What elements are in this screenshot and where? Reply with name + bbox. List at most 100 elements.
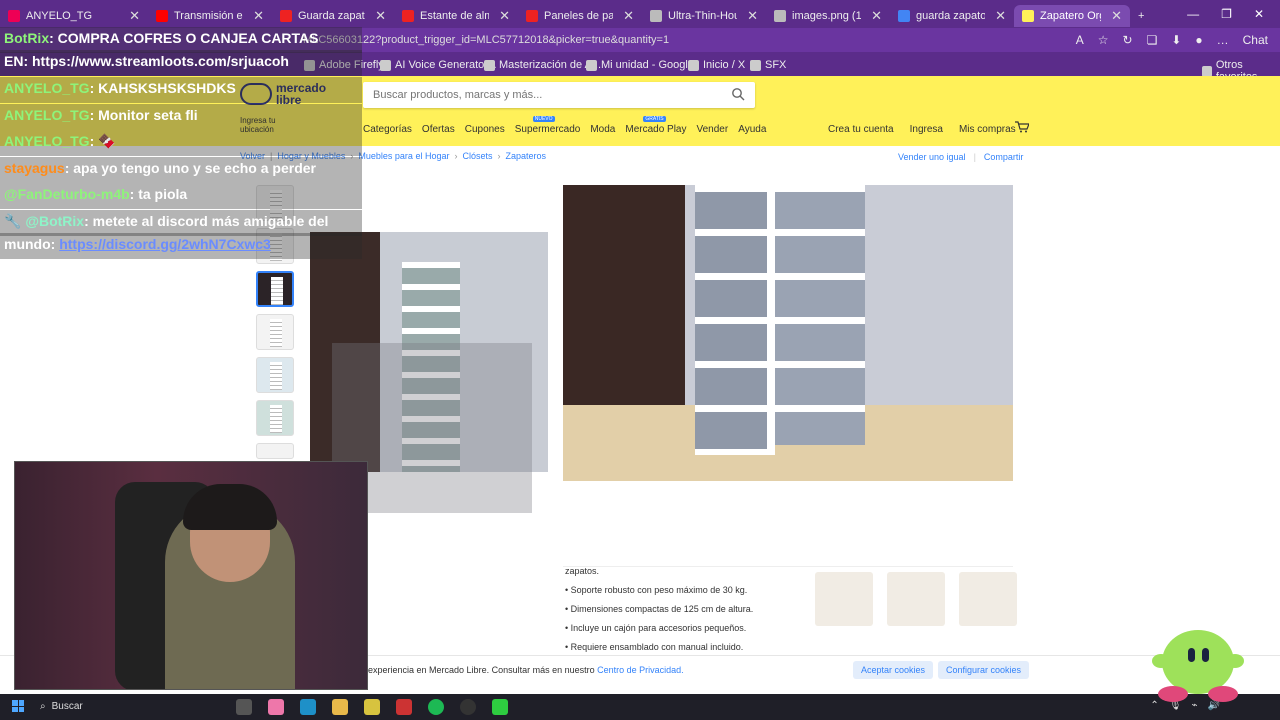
search-input[interactable]: [363, 82, 713, 108]
tab-close-icon[interactable]: ✕: [747, 8, 758, 24]
breadcrumb-separator: ›: [497, 151, 501, 161]
nav-item-1[interactable]: Categorías: [363, 124, 412, 135]
copilot-app-icon[interactable]: [268, 699, 284, 715]
nav-item-2[interactable]: Ofertas: [422, 124, 455, 135]
address-bar-actions: A ☆ ↻ ❏ ⬇ ● … Chat: [1076, 33, 1268, 47]
collections-icon[interactable]: ❏: [1147, 33, 1158, 47]
thumbnail-4[interactable]: [256, 314, 294, 350]
privacy-center-link[interactable]: Centro de Privacidad.: [597, 665, 684, 675]
nav-item-7[interactable]: Vender: [697, 124, 729, 135]
breadcrumb-item-3[interactable]: Muebles para el Hogar: [358, 151, 449, 161]
tab-title: Estante de almacenami: [420, 10, 490, 22]
nav-item-8[interactable]: Ayuda: [738, 124, 766, 135]
tab-favicon-icon: [898, 10, 910, 22]
account-link-2[interactable]: Ingresa: [910, 124, 943, 135]
stream-chat-overlay: BotRix: COMPRA COFRES O CANJEA CARTAS EN:…: [0, 0, 362, 259]
share-link[interactable]: Compartir: [984, 152, 1024, 162]
tab-close-icon[interactable]: ✕: [623, 8, 634, 24]
chrome-app-icon[interactable]: [396, 699, 412, 715]
breadcrumb-item-4[interactable]: Clósets: [462, 151, 492, 161]
windows-start-icon[interactable]: [12, 700, 24, 712]
chat-username: stayagus: [4, 159, 65, 176]
nav-item-6[interactable]: Mercado Play: [625, 124, 686, 135]
chat-message: : COMPRA COFRES O CANJEA CARTAS: [49, 30, 319, 46]
new-tab-icon[interactable]: +: [1130, 5, 1152, 27]
bookmark-label: Mi unidad - Googl...: [601, 59, 697, 71]
account-link-1[interactable]: Crea tu cuenta: [828, 124, 894, 135]
bookmark-3[interactable]: Masterización de A...: [484, 59, 601, 71]
chat-line-6: 🔧 @BotRix: metete al discord más amigabl…: [4, 213, 328, 230]
download-icon[interactable]: ⬇: [1171, 33, 1181, 47]
kick-app-icon[interactable]: [492, 699, 508, 715]
browser-tab-5[interactable]: Paneles de pared con te ✕: [518, 5, 642, 27]
related-product-2[interactable]: [887, 572, 945, 626]
edge-app-icon[interactable]: [300, 699, 316, 715]
chat-line-4: stayagus: apa yo tengo uno y se echo a p…: [4, 160, 316, 176]
chat-username: ANYELO_TG: [4, 106, 90, 123]
cart-icon[interactable]: [1015, 121, 1029, 133]
bookmark-5[interactable]: Inicio / X: [688, 59, 745, 71]
feature-list: zapatos. • Soporte robusto con peso máxim…: [565, 562, 753, 657]
bookmark-2[interactable]: AI Voice Generator...: [380, 59, 497, 71]
discord-link[interactable]: https://discord.gg/2whN7Cxwc3: [59, 236, 271, 252]
minimize-icon[interactable]: —: [1187, 7, 1199, 21]
configure-cookies-button[interactable]: Configurar cookies: [938, 661, 1030, 679]
profile-avatar-icon[interactable]: ●: [1195, 33, 1202, 47]
favorite-star-icon[interactable]: ☆: [1098, 33, 1109, 47]
translate-icon[interactable]: A: [1076, 33, 1084, 47]
nav-item-5[interactable]: Moda: [590, 124, 615, 135]
browser-tab-6[interactable]: Ultra-Thin-Household-E ✕: [642, 5, 766, 27]
bookmark-4[interactable]: Mi unidad - Googl...: [586, 59, 697, 71]
webcam-overlay: [14, 461, 368, 690]
accept-cookies-button[interactable]: Aceptar cookies: [853, 661, 934, 679]
bookmark-6[interactable]: SFX: [750, 59, 786, 71]
tab-close-icon[interactable]: ✕: [1111, 8, 1122, 24]
store-app-icon[interactable]: [364, 699, 380, 715]
browser-tab-4[interactable]: Estante de almacenami ✕: [394, 5, 518, 27]
bookmark-label: Inicio / X: [703, 59, 746, 71]
tab-close-icon[interactable]: ✕: [499, 8, 510, 24]
main-product-image[interactable]: [563, 185, 1013, 481]
related-products: [815, 572, 1017, 626]
tab-close-icon[interactable]: ✕: [995, 8, 1006, 24]
tab-close-icon[interactable]: ✕: [871, 8, 882, 24]
taskbar-search-label: Buscar: [51, 701, 83, 712]
thumbnail-6[interactable]: [256, 400, 294, 436]
copilot-chat-button[interactable]: Chat: [1243, 33, 1268, 47]
thumbnail-3-selected[interactable]: [256, 271, 294, 307]
product-actions: Vender uno igual | Compartir: [898, 152, 1023, 162]
related-product-3[interactable]: [959, 572, 1017, 626]
thumbnail-7[interactable]: [256, 443, 294, 459]
breadcrumb-item-5[interactable]: Zapateros: [505, 151, 546, 161]
tab-favicon-icon: [774, 10, 786, 22]
account-nav: Crea tu cuenta Ingresa Mis compras: [828, 124, 1016, 135]
close-window-icon[interactable]: ✕: [1254, 7, 1264, 21]
obs-app-icon[interactable]: [460, 699, 476, 715]
tab-title: Zapatero Organizador E: [1040, 10, 1101, 22]
sell-similar-link[interactable]: Vender uno igual: [898, 152, 966, 162]
chat-message: : apa yo tengo uno y se echo a perder: [64, 159, 316, 176]
chat-message: : Monitor seta fli: [89, 106, 198, 123]
more-menu-icon[interactable]: …: [1217, 33, 1229, 47]
browser-tab-7[interactable]: images.png (188×269) ✕: [766, 5, 890, 27]
nav-item-4[interactable]: Supermercado: [515, 124, 581, 135]
maximize-icon[interactable]: ❐: [1221, 7, 1232, 21]
file-explorer-icon[interactable]: [332, 699, 348, 715]
feature-item: zapatos.: [565, 566, 600, 576]
task-view-icon[interactable]: [236, 699, 252, 715]
taskbar-search[interactable]: ⌕ Buscar: [40, 701, 83, 712]
account-link-3[interactable]: Mis compras: [959, 124, 1016, 135]
chat-username: 🔧 @BotRix: [4, 212, 85, 229]
tab-close-icon[interactable]: ✕: [375, 8, 386, 24]
tab-favicon-icon: [526, 10, 538, 22]
bookmark-label: AI Voice Generator...: [395, 59, 497, 71]
spotify-app-icon[interactable]: [428, 699, 444, 715]
nav-item-3[interactable]: Cupones: [465, 124, 505, 135]
related-product-1[interactable]: [815, 572, 873, 626]
search-icon[interactable]: [731, 87, 745, 101]
tab-favicon-icon: [402, 10, 414, 22]
thumbnail-5[interactable]: [256, 357, 294, 393]
browser-tab-8[interactable]: guarda zapatos con caj ✕: [890, 5, 1014, 27]
refresh-icon[interactable]: ↻: [1123, 33, 1133, 47]
browser-tab-9[interactable]: Zapatero Organizador E ✕: [1014, 5, 1130, 27]
